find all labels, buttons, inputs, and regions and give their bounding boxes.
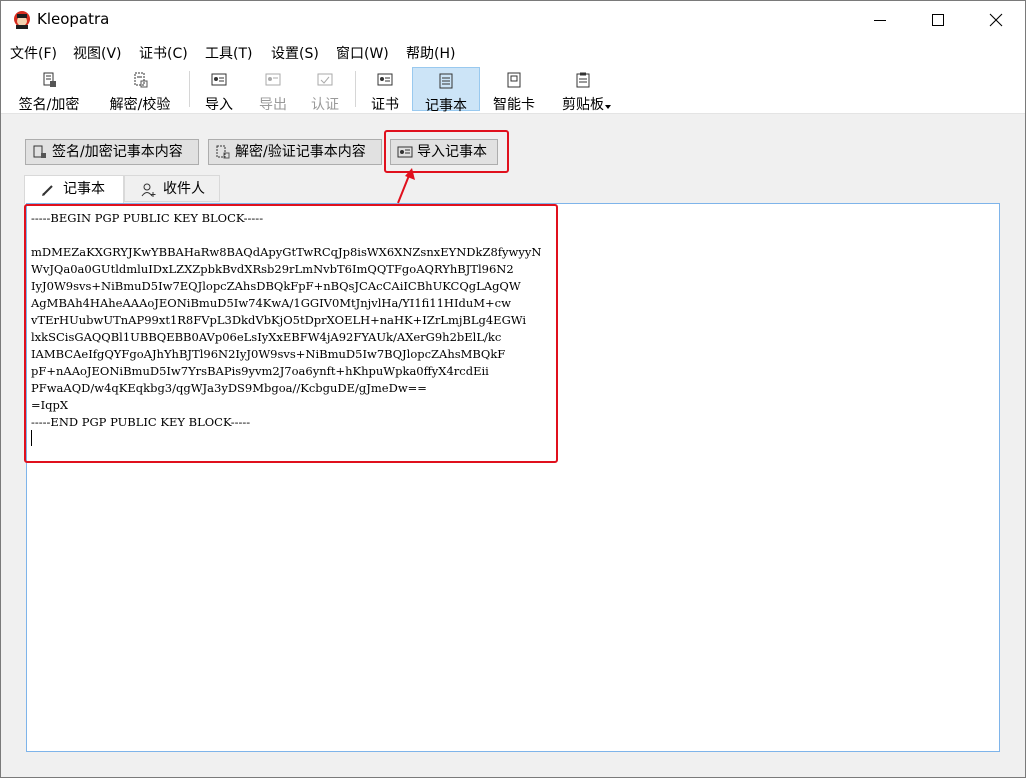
certify-tool-button[interactable]: 认证 bbox=[303, 67, 347, 113]
export-icon bbox=[265, 73, 281, 86]
pencil-icon bbox=[42, 185, 53, 196]
minimize-button[interactable] bbox=[851, 1, 909, 39]
smartcard-tool-button[interactable]: 智能卡 bbox=[485, 67, 543, 113]
sign-encrypt-notepad-label: 签名/加密记事本内容 bbox=[52, 144, 183, 160]
export-tool-button[interactable]: 导出 bbox=[251, 67, 295, 113]
menu-bar: 文件(F) 视图(V) 证书(C) 工具(T) 设置(S) 窗口(W) 帮助(H… bbox=[1, 39, 1025, 65]
minimize-icon bbox=[874, 20, 886, 21]
annotation-arrow-icon bbox=[397, 168, 415, 204]
add-user-icon bbox=[141, 183, 156, 197]
certify-icon bbox=[317, 73, 333, 86]
window-title: Kleopatra bbox=[37, 10, 110, 28]
maximize-icon bbox=[932, 14, 944, 26]
chevron-down-icon bbox=[605, 105, 611, 109]
decrypt-verify-icon bbox=[216, 145, 230, 159]
smartcard-label: 智能卡 bbox=[493, 97, 535, 113]
certificate-icon bbox=[377, 73, 393, 86]
notepad-tool-button[interactable]: 记事本 bbox=[412, 67, 480, 114]
menu-help[interactable]: 帮助(H) bbox=[406, 43, 455, 63]
clipboard-label: 剪贴板 bbox=[562, 97, 604, 113]
notepad-icon bbox=[439, 73, 453, 89]
certify-label: 认证 bbox=[311, 97, 339, 113]
sign-encrypt-label: 签名/加密 bbox=[18, 97, 80, 113]
notepad-label: 记事本 bbox=[425, 98, 467, 114]
decrypt-verify-notepad-label: 解密/验证记事本内容 bbox=[235, 144, 366, 160]
menu-certificates[interactable]: 证书(C) bbox=[139, 43, 188, 63]
decrypt-verify-notepad-button[interactable]: 解密/验证记事本内容 bbox=[208, 139, 382, 165]
decrypt-verify-label: 解密/校验 bbox=[109, 97, 171, 113]
menu-view[interactable]: 视图(V) bbox=[73, 43, 122, 63]
menu-settings[interactable]: 设置(S) bbox=[271, 43, 319, 63]
sign-encrypt-tool-button[interactable]: 签名/加密 bbox=[9, 67, 89, 113]
highlight-box bbox=[24, 204, 558, 463]
decrypt-verify-tool-button[interactable]: 解密/校验 bbox=[99, 67, 181, 113]
import-tool-button[interactable]: 导入 bbox=[197, 67, 241, 113]
sign-encrypt-notepad-button[interactable]: 签名/加密记事本内容 bbox=[25, 139, 199, 165]
toolbar-separator bbox=[189, 71, 190, 107]
export-label: 导出 bbox=[259, 97, 287, 113]
title-bar[interactable]: Kleopatra bbox=[1, 1, 1025, 39]
tab-notepad-label: 记事本 bbox=[63, 181, 105, 197]
sign-encrypt-icon bbox=[33, 145, 46, 158]
close-icon bbox=[989, 13, 1003, 27]
toolbar-separator bbox=[355, 71, 356, 107]
certificates-label: 证书 bbox=[371, 97, 399, 113]
clipboard-tool-button[interactable]: 剪贴板 bbox=[553, 67, 613, 113]
close-button[interactable] bbox=[967, 1, 1025, 39]
decrypt-verify-icon bbox=[134, 72, 148, 88]
clipboard-icon bbox=[576, 72, 590, 88]
tab-recipients-label: 收件人 bbox=[163, 181, 205, 197]
maximize-button[interactable] bbox=[909, 1, 967, 39]
smartcard-icon bbox=[507, 72, 521, 88]
tab-recipients[interactable]: 收件人 bbox=[124, 175, 220, 202]
sign-encrypt-icon bbox=[43, 72, 56, 87]
import-label: 导入 bbox=[205, 97, 233, 113]
main-toolbar: 签名/加密 解密/校验 导入 导出 认证 证书 记事本 智能卡 剪贴板 bbox=[1, 65, 1025, 114]
kleopatra-logo-icon bbox=[14, 11, 30, 29]
certificates-tool-button[interactable]: 证书 bbox=[363, 67, 407, 113]
import-icon bbox=[211, 73, 227, 86]
main-window: Kleopatra 文件(F) 视图(V) 证书(C) 工具(T) 设置(S) … bbox=[0, 0, 1026, 778]
menu-tools[interactable]: 工具(T) bbox=[205, 43, 252, 63]
tab-notepad[interactable]: 记事本 bbox=[24, 175, 124, 204]
menu-file[interactable]: 文件(F) bbox=[10, 43, 57, 63]
menu-window[interactable]: 窗口(W) bbox=[336, 43, 389, 63]
